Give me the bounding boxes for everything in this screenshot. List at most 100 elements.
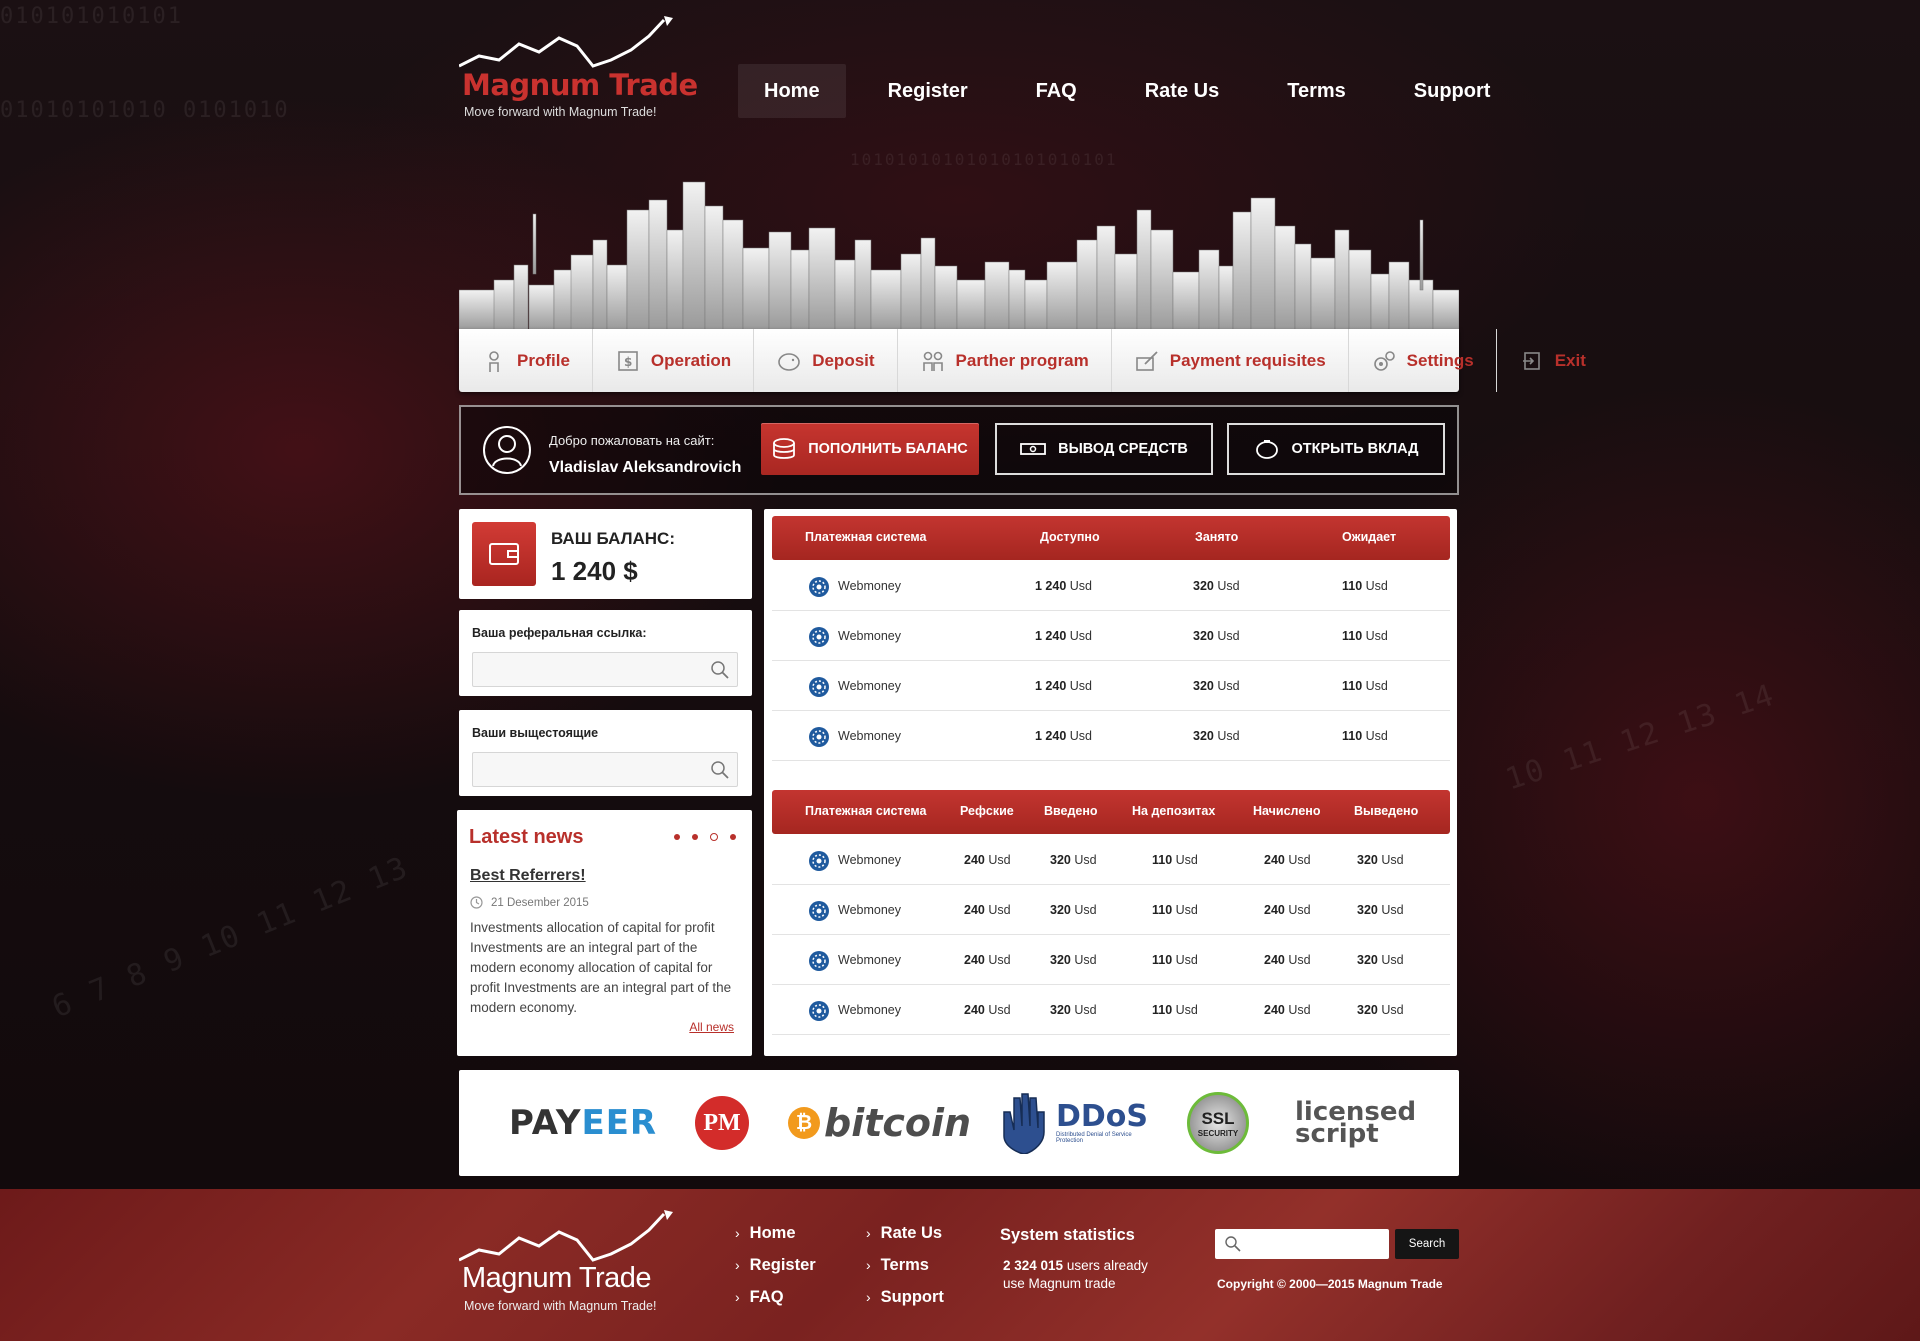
table1-col-pending: Ожидает	[1342, 530, 1397, 544]
table-cell: 1 240 Usd	[1035, 629, 1092, 643]
table-cell: 240 Usd	[964, 953, 1011, 967]
logo[interactable]: Magnum Trade Move forward with Magnum Tr…	[459, 16, 698, 126]
ddos-protection-logo: DDoS Distributed Denial of Service Prote…	[994, 1070, 1148, 1176]
ssl-security-logo: SSL SECURITY	[1187, 1070, 1249, 1176]
city-skyline-image	[459, 181, 1459, 330]
menu-item-label: Settings	[1406, 350, 1474, 370]
all-news-link[interactable]: All news	[689, 1020, 734, 1034]
table-cell: 1 240 Usd	[1035, 729, 1092, 743]
webmoney-icon	[809, 627, 829, 647]
upline-input[interactable]	[472, 752, 738, 787]
table-cell: 320 Usd	[1050, 1003, 1097, 1017]
footer-link-rate-us[interactable]: › Rate Us	[866, 1224, 944, 1256]
balance-value: 1 240 $	[551, 556, 638, 586]
table-row: Webmoney 240 Usd 320 Usd 110 Usd 240 Usd 320 …	[772, 885, 1450, 935]
table2-col-system: Платежная система	[805, 804, 927, 818]
footer-search-input[interactable]	[1215, 1229, 1389, 1259]
table-cell: 240 Usd	[1264, 953, 1311, 967]
avatar	[483, 426, 531, 474]
news-body: Investments allocation of capital for pr…	[470, 920, 732, 1015]
table-cell: 320 Usd	[1357, 953, 1404, 967]
withdraw-funds-button[interactable]: ВЫВОД СРЕДСТВ	[995, 423, 1213, 475]
table-cell: 110 Usd	[1342, 679, 1388, 693]
nav-support[interactable]: Support	[1388, 64, 1517, 118]
table1-col-available: Доступно	[1040, 530, 1100, 544]
partner-icon	[920, 348, 946, 374]
welcome-bar: Добро пожаловать на сайт: Vladislav Alek…	[459, 405, 1459, 495]
footer-link-home[interactable]: › Home	[735, 1224, 816, 1256]
table-cell: 320 Usd	[1193, 729, 1240, 743]
webmoney-icon	[809, 677, 829, 697]
referral-link-card: Ваша реферальная ссылка:	[459, 610, 752, 696]
nav-home[interactable]: Home	[738, 64, 846, 118]
pager-dot[interactable]	[692, 834, 698, 840]
table-cell: 240 Usd	[1264, 903, 1311, 917]
withdraw-funds-label: ВЫВОД СРЕДСТВ	[1058, 441, 1188, 457]
menu-item-payment-requisites[interactable]: Payment requisites	[1112, 329, 1349, 392]
table-cell: 240 Usd	[964, 853, 1011, 867]
operation-icon: $	[615, 348, 641, 374]
menu-item-exit[interactable]: Exit	[1497, 329, 1608, 392]
payment-icon	[1134, 348, 1160, 374]
search-icon	[711, 761, 729, 779]
table-cell: 110 Usd	[1342, 579, 1388, 593]
payment-system-name: Webmoney	[838, 953, 901, 967]
nav-rate-us[interactable]: Rate Us	[1119, 64, 1245, 118]
logo-name: Magnum Trade	[462, 68, 698, 102]
hand-shield-icon	[1003, 1093, 1045, 1154]
footer-search-button[interactable]: Search	[1395, 1229, 1459, 1259]
news-date-text: 21 Desember 2015	[491, 896, 589, 909]
open-deposit-button[interactable]: ОТКРЫТЬ ВКЛАД	[1227, 423, 1445, 475]
webmoney-icon	[809, 727, 829, 747]
menu-item-operation[interactable]: $ Operation	[593, 329, 755, 392]
latest-news-card: Latest news Best Referrers! 21 Desember …	[457, 810, 752, 1056]
open-deposit-label: ОТКРЫТЬ ВКЛАД	[1291, 441, 1419, 457]
bitcoin-logo: ₿ bitcoin	[788, 1070, 971, 1176]
settings-icon	[1371, 348, 1397, 374]
nav-faq[interactable]: FAQ	[1010, 64, 1103, 118]
news-headline[interactable]: Best Referrers!	[470, 867, 586, 885]
table-cell: 110 Usd	[1152, 953, 1198, 967]
table-cell: 240 Usd	[964, 903, 1011, 917]
table-row: Webmoney 1 240 Usd 320 Usd 110 Usd	[772, 661, 1450, 711]
exit-icon	[1519, 348, 1545, 374]
wallet-icon	[472, 522, 536, 586]
chevron-right-icon: ›	[866, 1289, 871, 1305]
menu-item-label: Parther program	[955, 350, 1089, 370]
menu-item-partner-program[interactable]: Parther program	[898, 329, 1112, 392]
menu-item-deposit[interactable]: Deposit	[754, 329, 898, 392]
footer-link-register[interactable]: › Register	[735, 1256, 816, 1288]
table-cell: 110 Usd	[1342, 629, 1388, 643]
nav-terms[interactable]: Terms	[1261, 64, 1372, 118]
nav-register[interactable]: Register	[862, 64, 994, 118]
table-cell: 240 Usd	[1264, 1003, 1311, 1017]
table-row: Webmoney 240 Usd 320 Usd 110 Usd 240 Usd 320 …	[772, 935, 1450, 985]
licensed-script-logo: licensed script	[1295, 1097, 1417, 1149]
menu-item-settings[interactable]: Settings	[1349, 329, 1497, 392]
footer-logo-tagline: Move forward with Magnum Trade!	[464, 1299, 657, 1313]
table-row: Webmoney 240 Usd 320 Usd 110 Usd 240 Usd 320 …	[772, 835, 1450, 885]
footer-link-terms[interactable]: › Terms	[866, 1256, 944, 1288]
footer-link-faq[interactable]: › FAQ	[735, 1288, 816, 1320]
chevron-right-icon: ›	[866, 1257, 871, 1273]
footer-link-support[interactable]: › Support	[866, 1288, 944, 1320]
top-up-balance-button[interactable]: ПОПОЛНИТЬ БАЛАНС	[761, 423, 979, 475]
top-up-balance-label: ПОПОЛНИТЬ БАЛАНС	[808, 441, 968, 457]
svg-text:$: $	[624, 355, 632, 369]
menu-item-label: Operation	[650, 350, 732, 370]
table-cell: 110 Usd	[1342, 729, 1388, 743]
footer-logo[interactable]: Magnum Trade Move forward with Magnum Tr…	[459, 1210, 674, 1320]
table2-col-referrals: Рефские	[960, 804, 1014, 818]
background-decoration: 10101010101010101010101	[850, 150, 1118, 169]
referral-link-input[interactable]	[472, 652, 738, 687]
table-row: Webmoney 1 240 Usd 320 Usd 110 Usd	[772, 711, 1450, 761]
pager-dot[interactable]	[674, 834, 680, 840]
menu-item-profile[interactable]: Profile	[459, 329, 593, 392]
top-nav: Home Register FAQ Rate Us Terms Support	[738, 64, 1532, 118]
search-icon	[1225, 1236, 1241, 1252]
pager-dot-active[interactable]	[710, 833, 718, 841]
table-cell: 110 Usd	[1152, 903, 1198, 917]
pager-dot[interactable]	[730, 834, 736, 840]
menu-item-label: Payment requisites	[1169, 350, 1326, 370]
table1-col-system: Платежная система	[805, 530, 927, 544]
